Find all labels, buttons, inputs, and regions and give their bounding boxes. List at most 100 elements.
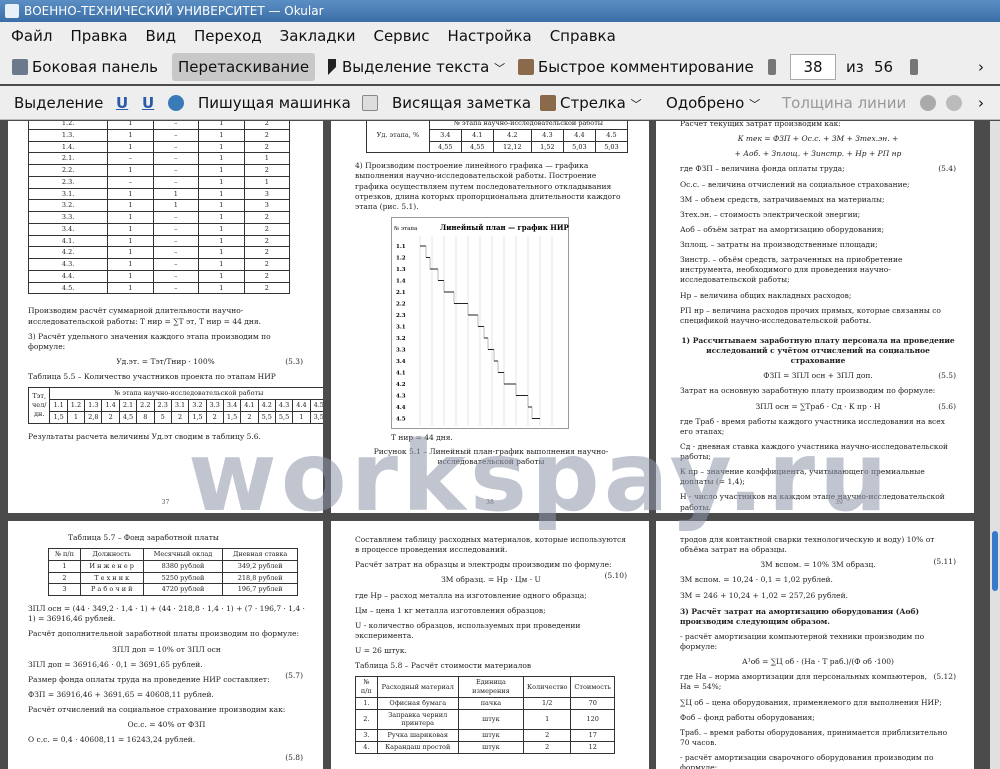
table-cell: 4.3.	[27, 258, 109, 271]
annotation-toolbar: Выделение U U Пишущая машинка Висящая за…	[0, 86, 1000, 120]
table-cell: 1	[198, 246, 245, 260]
text-line: ЗМ = 246 + 10,24 + 1,02 = 257,26 рублей.	[680, 590, 848, 600]
stamp-approved[interactable]: Одобрено ﹀	[666, 89, 760, 117]
toolbar-overflow-button[interactable]: ›	[978, 53, 984, 81]
row-label: Уд. этапа, %	[366, 121, 430, 154]
line-width-control[interactable]: Толщина линии	[782, 89, 906, 117]
select-tool[interactable]: Выделение	[14, 89, 103, 117]
table-cell: Карандаш простой	[376, 740, 459, 754]
color-tool[interactable]	[920, 89, 940, 117]
table-cell: –	[152, 281, 200, 295]
squiggly-underline-icon[interactable]: U	[142, 89, 154, 117]
stamp-icon	[168, 95, 184, 111]
paragraph: Результаты расчета величины Уд.эт сводим…	[28, 431, 261, 441]
table-cell: 3,5	[309, 410, 323, 424]
stage-header: 4.1	[460, 128, 494, 142]
menu-help[interactable]: Справка	[539, 22, 623, 50]
sticky-note-tool[interactable]	[362, 89, 382, 117]
text-line: Ос.с. – величина отчислений на социально…	[680, 179, 910, 189]
document-viewport[interactable]: 1.2. 1–1 2 1.3. 1–1 2 1.4. 1–1 2 2.1. – –1 1 2.2. 1–1 2…	[0, 121, 990, 769]
table-cell: 1/2	[523, 696, 572, 710]
stamp-tool[interactable]	[168, 89, 188, 117]
table-cell: 1,5	[222, 410, 242, 424]
underline-icon[interactable]: U	[116, 89, 128, 117]
chevron-down-icon[interactable]: ﹀	[631, 98, 642, 111]
table-cell: 1	[198, 164, 245, 177]
table-cell: 1	[198, 234, 245, 248]
stage-header: 1.1	[49, 399, 68, 412]
table-cell: штук	[457, 729, 525, 742]
arrow-icon	[540, 95, 556, 111]
stage-tick-label: 3.1	[396, 325, 406, 331]
stage-header: 1.3	[84, 399, 103, 412]
text-line: ЗПЛ осн = (44 · 349,2 · 1,4 · 1) + (44 ·…	[28, 604, 305, 624]
table-cell: 4,5	[118, 410, 138, 424]
table-cell: 2	[243, 222, 291, 236]
drag-mode-button[interactable]: Перетаскивание	[172, 53, 316, 81]
inline-note-tool[interactable]: Висящая заметка	[392, 89, 531, 117]
materials-text: Составляем таблицу расходных материалов,…	[355, 535, 627, 671]
sidebar-button[interactable]: Боковая панель	[12, 53, 158, 81]
scrollbar-thumb[interactable]	[992, 531, 998, 591]
opacity-tool[interactable]	[946, 89, 966, 117]
text-line: ЗМ вспом. = 10,24 · 0,1 = 1,02 рублей.	[680, 575, 833, 585]
text-select-button[interactable]: Выделение текста ﹀	[328, 53, 505, 81]
text-line: Фоб – фонд работы оборудования;	[680, 712, 815, 722]
page-number-input[interactable]: 38	[790, 53, 836, 81]
page-38: Уд. этапа, % № этапа научно-исследователь…	[331, 121, 649, 513]
formula: ЗПЛ осн = ∑Траб · Сд · К пр · Н	[755, 401, 881, 411]
text-line: К пр – значение коэффициента, учитывающе…	[680, 467, 925, 487]
section-heading: 3) Расчёт затрат на амортизацию оборудов…	[680, 606, 920, 626]
table-cell: 2,8	[84, 410, 103, 424]
table-cell: 4.1.	[27, 234, 109, 248]
formula-number: (5.5)	[938, 371, 956, 381]
table-cell: 5,5	[257, 410, 276, 424]
stage-tick-label: 2.1	[396, 290, 406, 296]
table-cell: 70	[570, 696, 615, 710]
menu-edit[interactable]: Правка	[59, 22, 134, 50]
table-cell: 1	[198, 187, 245, 201]
next-page-button[interactable]	[910, 53, 922, 81]
text-line: где На – норма амортизации для персональ…	[680, 672, 927, 692]
text-line: где ФЗП – величина фонда оплаты труда;	[680, 164, 845, 174]
table-cell: 1,5	[188, 410, 207, 424]
table-cell: –	[107, 175, 154, 189]
menu-tools[interactable]: Сервис	[362, 22, 436, 50]
table-cell: 8380 рублей	[142, 559, 224, 573]
table-row: 2.2. 1–1 2	[27, 164, 291, 177]
arrow-tool[interactable]: Стрелка ﹀	[540, 89, 642, 117]
typewriter-tool[interactable]: Пишущая машинка	[198, 89, 351, 117]
table-cell: 4,55	[428, 140, 462, 154]
text-line: - расчёт амортизации компьютерной техник…	[680, 631, 925, 651]
stage-header: 2.2	[136, 399, 155, 412]
menu-view[interactable]: Вид	[135, 22, 183, 50]
column-header: № п/п	[355, 676, 378, 698]
table-row: 4.1. 1–1 2	[27, 234, 291, 248]
table-row: 2.3. – –1 1	[27, 175, 291, 189]
table-caption: Таблица 5.5 – Количество участников прое…	[28, 372, 276, 382]
chevron-down-icon[interactable]: ﹀	[494, 62, 505, 75]
quick-comment-button[interactable]: Быстрое комментирование	[518, 53, 754, 81]
prev-page-button[interactable]	[768, 53, 780, 81]
menu-file[interactable]: Файл	[0, 22, 59, 50]
text-line: Составляем таблицу расходных материалов,…	[355, 535, 626, 555]
menu-settings[interactable]: Настройка	[437, 22, 539, 50]
table-cell: 218,8 рублей	[222, 571, 298, 585]
formula-number: (5.7)	[285, 671, 303, 680]
text-line: Зплощ. – затраты на производственные пло…	[680, 240, 878, 249]
table-cell: 1,5	[49, 410, 68, 424]
menu-go[interactable]: Переход	[183, 22, 269, 50]
table-row: 2.1. – –1 1	[27, 152, 291, 166]
table-cell: 1	[48, 559, 81, 573]
stage-header: 4.4	[292, 399, 311, 412]
toolbar2-overflow-button[interactable]: ›	[978, 89, 984, 117]
vertical-scrollbar[interactable]	[990, 121, 1000, 769]
text-line: Нр – величина общих накладных расходов;	[680, 290, 852, 300]
table-cell: 1	[66, 410, 86, 424]
menu-bookmarks[interactable]: Закладки	[269, 22, 363, 50]
chevron-down-icon[interactable]: ﹀	[749, 98, 760, 111]
page-number: 39	[835, 498, 843, 506]
page-up-icon	[768, 59, 776, 75]
page-41: Составляем таблицу расходных материалов,…	[331, 521, 649, 769]
table-cell: 5250 рублей	[142, 571, 224, 585]
